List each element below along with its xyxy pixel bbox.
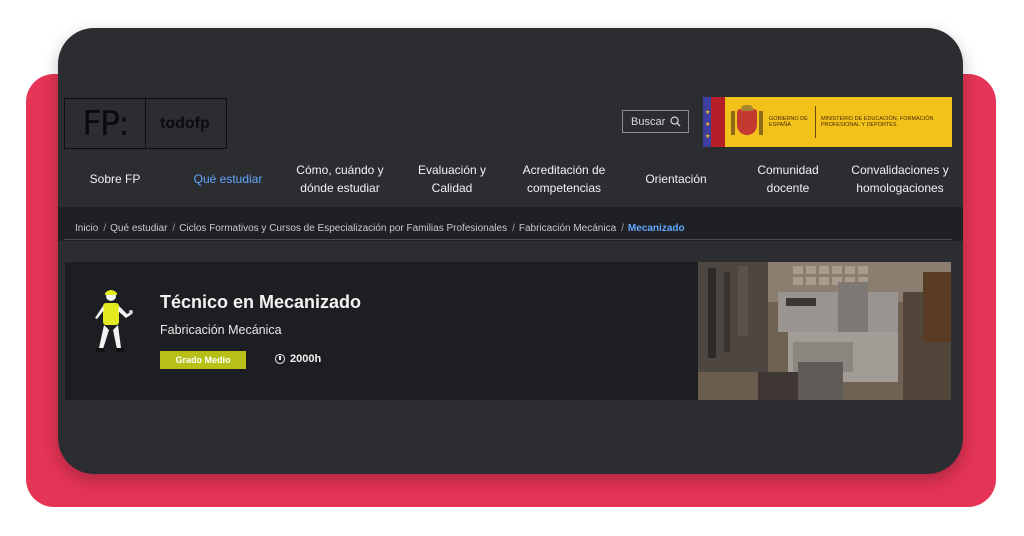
eu-flag-icon: ★ ★ ★ bbox=[703, 97, 711, 147]
ministerio-text: MINISTERIO DE EDUCACIÓN, FORMACIÓN PROFE… bbox=[821, 115, 934, 129]
nav-label-line2: dónde estudiar bbox=[300, 180, 380, 195]
flag-stripe bbox=[711, 97, 725, 147]
logo-mark-text: FP: bbox=[82, 103, 129, 144]
breadcrumb-item-ciclos[interactable]: Ciclos Formativos y Cursos de Especializ… bbox=[179, 223, 507, 234]
breadcrumb-separator: / bbox=[512, 223, 515, 234]
breadcrumb-separator: / bbox=[172, 223, 176, 234]
worker-figure-icon bbox=[95, 290, 133, 352]
logo-name: todofp bbox=[160, 114, 210, 132]
search-icon bbox=[670, 116, 681, 127]
main-navigation: Sobre FP Qué estudiar Cómo, cuándo y dón… bbox=[58, 150, 963, 207]
nav-label-line1: Comunidad bbox=[757, 162, 819, 177]
nav-label-line1: Convalidaciones y bbox=[851, 162, 949, 177]
breadcrumb-separator: / bbox=[103, 223, 107, 234]
breadcrumb-current: Mecanizado bbox=[627, 223, 685, 234]
gov-divider bbox=[815, 106, 816, 138]
level-badge: Grado Medio bbox=[160, 351, 246, 369]
nav-item-como-cuando-donde[interactable]: Cómo, cuándo y dónde estudiar bbox=[296, 161, 383, 197]
search-label: Buscar bbox=[631, 115, 666, 128]
course-family: Fabricación Mecánica bbox=[160, 323, 282, 337]
course-hours: 2000h bbox=[275, 353, 321, 365]
nav-label-line2: Calidad bbox=[431, 180, 473, 195]
hours-value: 2000h bbox=[290, 353, 322, 365]
machining-workshop-image bbox=[698, 262, 951, 400]
spain-coat-of-arms-icon bbox=[729, 105, 765, 139]
workshop-photo-illustration bbox=[698, 262, 951, 400]
clock-icon bbox=[275, 354, 285, 364]
nav-label-line1: Acreditación de bbox=[522, 162, 606, 177]
nav-label: Orientación bbox=[645, 171, 707, 186]
breadcrumb-bar: Inicio / Qué estudiar / Ciclos Formativo… bbox=[58, 207, 963, 241]
logo-fp-mark: FP: bbox=[65, 99, 146, 148]
nav-label-line1: Evaluación y bbox=[417, 162, 487, 177]
nav-item-sobre-fp[interactable]: Sobre FP bbox=[90, 170, 141, 188]
nav-item-que-estudiar[interactable]: Qué estudiar bbox=[194, 170, 263, 188]
nav-label-line2: competencias bbox=[526, 180, 602, 195]
nav-item-evaluacion-calidad[interactable]: Evaluación y Calidad bbox=[418, 161, 486, 197]
course-title: Técnico en Mecanizado bbox=[160, 292, 362, 312]
breadcrumb-separator: / bbox=[621, 223, 624, 234]
breadcrumb-item-inicio[interactable]: Inicio bbox=[75, 223, 98, 234]
breadcrumb-item-que-estudiar[interactable]: Qué estudiar bbox=[110, 223, 167, 234]
nav-label-line2: homologaciones bbox=[856, 180, 944, 195]
nav-item-orientacion[interactable]: Orientación bbox=[645, 170, 706, 188]
nav-item-comunidad-docente[interactable]: Comunidad docente bbox=[757, 161, 818, 197]
nav-label: Qué estudiar bbox=[193, 171, 263, 186]
nav-label-line2: docente bbox=[766, 180, 810, 195]
nav-label-line1: Cómo, cuándo y bbox=[296, 162, 384, 177]
nav-item-acreditacion[interactable]: Acreditación de competencias bbox=[523, 161, 606, 197]
breadcrumb-item-fabricacion[interactable]: Fabricación Mecánica bbox=[519, 223, 616, 234]
breadcrumb-divider bbox=[64, 239, 952, 240]
search-button[interactable]: Buscar bbox=[622, 110, 689, 133]
breadcrumb: Inicio / Qué estudiar / Ciclos Formativo… bbox=[75, 223, 685, 234]
gobierno-text: GOBIERNO DE ESPAÑA bbox=[769, 115, 808, 129]
nav-item-convalidaciones[interactable]: Convalidaciones y homologaciones bbox=[851, 161, 948, 197]
todofp-logo[interactable]: FP: todofp bbox=[64, 98, 227, 149]
nav-label: Sobre FP bbox=[89, 171, 141, 186]
course-card: Técnico en Mecanizado Fabricación Mecáni… bbox=[65, 262, 951, 400]
government-logo[interactable]: ★ ★ ★ GOBIERNO DE ESPAÑA MINISTERIO DE EDU… bbox=[703, 97, 952, 147]
browser-window: FP: todofp Buscar ★ ★ ★ GOBIERNO DE ESPAÑA… bbox=[58, 28, 963, 474]
